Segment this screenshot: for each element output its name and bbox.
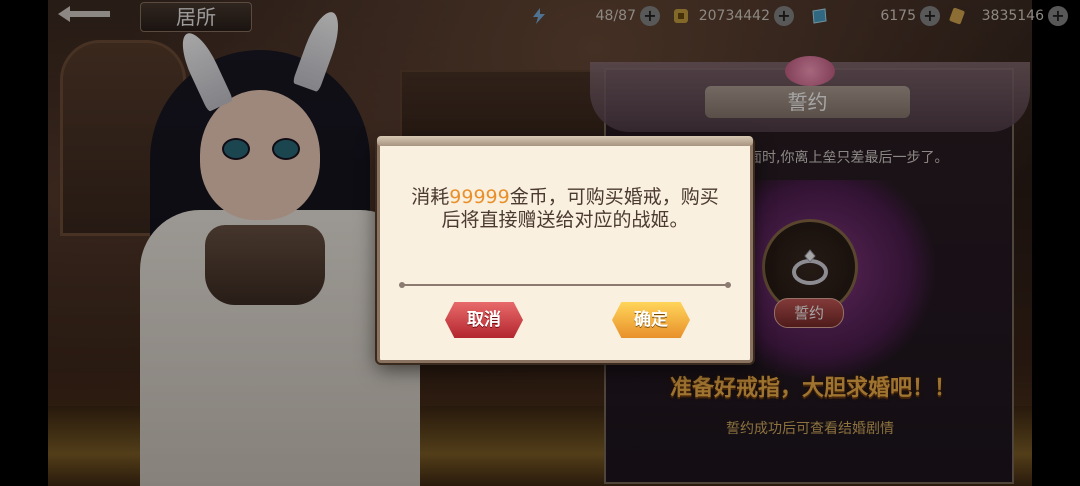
dialog-message: 消耗99999金币，可购买婚戒，购买后将直接赠送给对应的战姬。 (410, 186, 720, 232)
cancel-button[interactable]: 取消 (445, 302, 523, 338)
dialog-divider (399, 282, 731, 288)
purchase-ring-dialog: 消耗99999金币，可购买婚戒，购买后将直接赠送给对应的战姬。 取消 确定 (377, 136, 753, 363)
gold-cost: 99999 (449, 186, 510, 208)
confirm-button[interactable]: 确定 (612, 302, 690, 338)
dialog-top-trim (377, 136, 753, 146)
message-prefix: 消耗 (411, 186, 450, 208)
